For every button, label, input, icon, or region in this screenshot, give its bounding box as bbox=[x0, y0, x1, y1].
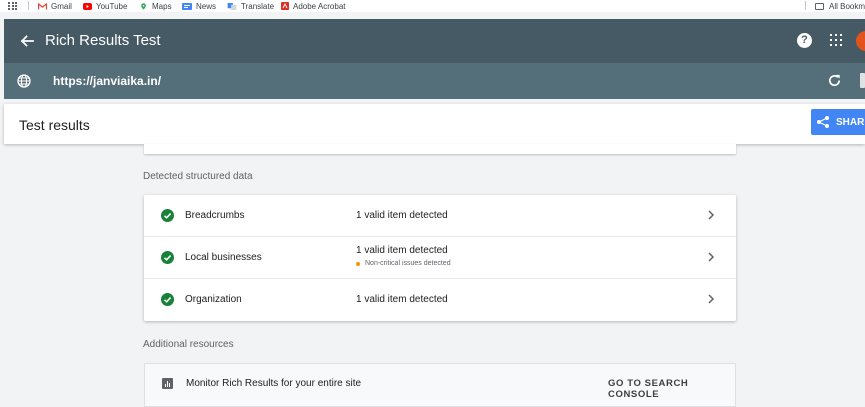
resource-card: Monitor Rich Results for your entire sit… bbox=[144, 363, 736, 407]
app-header: Rich Results Test ? bbox=[4, 19, 865, 63]
bookmark-gmail[interactable]: Gmail bbox=[38, 0, 72, 12]
check-circle-icon bbox=[161, 251, 174, 264]
bookmark-label: Adobe Acrobat bbox=[293, 1, 346, 11]
back-arrow-icon[interactable] bbox=[18, 32, 36, 50]
bookmark-label: Gmail bbox=[51, 1, 72, 11]
all-bookmarks[interactable]: All Bookm bbox=[815, 0, 865, 12]
result-warning-note: Non-critical issues detected bbox=[356, 260, 451, 267]
help-icon[interactable]: ? bbox=[797, 33, 812, 48]
bookmark-news[interactable]: News bbox=[182, 0, 216, 12]
result-row-breadcrumbs[interactable]: Breadcrumbs 1 valid item detected bbox=[144, 195, 736, 237]
bar-chart-icon bbox=[162, 378, 173, 389]
share-icon bbox=[817, 116, 829, 128]
bookmarks-bar: Gmail YouTube Maps News Translate Adobe … bbox=[0, 0, 865, 12]
youtube-icon bbox=[83, 2, 92, 10]
bookmarks-divider bbox=[805, 1, 806, 10]
gmail-icon bbox=[38, 2, 47, 9]
resources-section-label: Additional resources bbox=[143, 339, 234, 350]
app-title: Rich Results Test bbox=[45, 32, 161, 49]
folder-icon bbox=[815, 2, 824, 10]
account-avatar[interactable] bbox=[856, 31, 865, 51]
results-header: Test results SHARE bbox=[4, 104, 865, 144]
result-status: 1 valid item detected bbox=[356, 210, 448, 221]
news-icon bbox=[182, 2, 192, 10]
refresh-icon[interactable] bbox=[827, 73, 842, 88]
search-console-link[interactable]: GO TO SEARCH CONSOLE bbox=[608, 378, 735, 400]
results-title: Test results bbox=[19, 117, 90, 133]
bookmark-acrobat[interactable]: Adobe Acrobat bbox=[281, 0, 345, 12]
translate-icon bbox=[227, 2, 237, 10]
chevron-right-icon bbox=[708, 210, 715, 220]
previous-card bbox=[144, 144, 736, 154]
bookmark-youtube[interactable]: YouTube bbox=[83, 0, 127, 12]
result-type-name: Organization bbox=[185, 294, 242, 305]
warning-text: Non-critical issues detected bbox=[365, 260, 451, 267]
google-apps-icon[interactable] bbox=[830, 34, 842, 46]
apps-grid-icon[interactable] bbox=[8, 2, 17, 10]
share-label: SHARE bbox=[836, 116, 865, 128]
detected-data-card: Breadcrumbs 1 valid item detected Local … bbox=[144, 195, 736, 321]
result-type-name: Local businesses bbox=[185, 252, 262, 263]
bookmark-label: Maps bbox=[152, 1, 172, 11]
bookmark-label: News bbox=[196, 1, 217, 11]
bookmark-label: Translate bbox=[241, 1, 275, 11]
result-row-local-businesses[interactable]: Local businesses 1 valid item detected N… bbox=[144, 237, 736, 279]
monitor-text: Monitor Rich Results for your entire sit… bbox=[186, 378, 362, 389]
bookmark-translate[interactable]: Translate bbox=[227, 0, 274, 12]
bookmark-maps[interactable]: Maps bbox=[139, 0, 172, 12]
result-status: 1 valid item detected bbox=[356, 245, 448, 256]
all-bookmarks-label: All Bookm bbox=[829, 1, 865, 11]
bookmarks-divider bbox=[28, 1, 29, 10]
url-bar: https://janviaika.in/ bbox=[4, 63, 865, 99]
maps-icon bbox=[141, 2, 146, 10]
result-type-name: Breadcrumbs bbox=[185, 210, 245, 221]
scrollbar-edge bbox=[860, 73, 865, 88]
warning-dot-icon bbox=[356, 261, 360, 266]
detected-section-label: Detected structured data bbox=[143, 171, 253, 182]
result-row-organization[interactable]: Organization 1 valid item detected bbox=[144, 279, 736, 321]
tested-url[interactable]: https://janviaika.in/ bbox=[53, 74, 161, 88]
check-circle-icon bbox=[161, 293, 174, 306]
chevron-right-icon bbox=[708, 294, 715, 304]
globe-icon bbox=[17, 74, 31, 88]
acrobat-icon bbox=[281, 2, 289, 10]
check-circle-icon bbox=[161, 209, 174, 222]
bookmark-label: YouTube bbox=[96, 1, 128, 11]
chevron-right-icon bbox=[708, 252, 715, 262]
result-status: 1 valid item detected bbox=[356, 294, 448, 305]
share-button[interactable]: SHARE bbox=[811, 109, 865, 135]
